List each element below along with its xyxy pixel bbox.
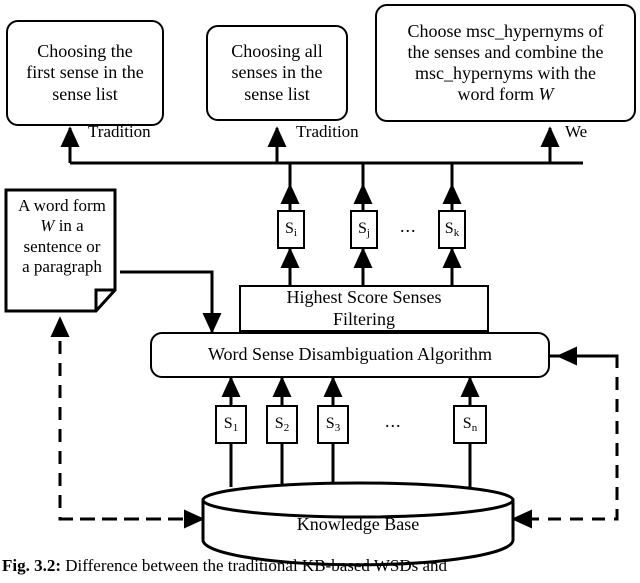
sense-sn-letter: S xyxy=(462,414,472,432)
sense-s3-letter: S xyxy=(325,414,335,432)
all-senses-line-3: sense list xyxy=(244,83,310,104)
figure-caption-label: Fig. 3.2: xyxy=(2,556,62,575)
edge-label-tradition-middle: Tradition xyxy=(296,122,359,141)
sense-sk-letter: S xyxy=(444,219,454,237)
sense-box-si: Si xyxy=(277,210,305,249)
word-form-line-3: sentence or xyxy=(23,236,101,256)
first-sense-line-3: sense list xyxy=(52,83,118,104)
figure-canvas: Choosing the first sense in the sense li… xyxy=(0,0,640,583)
highest-score-filter-box: Highest Score Senses Filtering xyxy=(239,285,489,332)
filtered-senses-ellipsis: ... xyxy=(400,216,417,236)
all-senses-line-2: senses in the xyxy=(231,62,323,83)
sense-box-s3: S3 xyxy=(317,405,349,444)
sense-s2-subscript: 2 xyxy=(283,421,290,434)
figure-caption: Fig. 3.2: Difference between the traditi… xyxy=(0,556,640,576)
sense-si-letter: S xyxy=(285,219,294,237)
sense-s1-letter: S xyxy=(223,414,233,432)
option-box-all-senses: Choosing all senses in the sense list xyxy=(206,25,348,121)
sense-box-sj: Sj xyxy=(350,210,378,249)
wsd-algorithm-box: Word Sense Disambiguation Algorithm xyxy=(150,332,550,378)
sense-sn-subscript: n xyxy=(471,421,478,434)
sense-s1-subscript: 1 xyxy=(232,421,239,434)
sense-sj-letter: S xyxy=(358,219,367,237)
option-box-msc-hypernyms: Choose msc_hypernyms of the senses and c… xyxy=(375,4,636,122)
msc-line-3: msc_hypernyms with the xyxy=(415,63,596,83)
word-form-line-1: A word form xyxy=(18,196,106,215)
figure-caption-text: Difference between the traditional KB-ba… xyxy=(65,556,448,575)
edge-label-we: We xyxy=(565,122,588,141)
msc-line-4: word form W xyxy=(457,84,554,105)
sense-s3-subscript: 3 xyxy=(334,421,341,434)
first-sense-line-2: first sense in the xyxy=(26,62,144,83)
filter-line-1: Highest Score Senses xyxy=(286,287,442,308)
wsd-algorithm-label: Word Sense Disambiguation Algorithm xyxy=(207,344,493,365)
msc-line-1: Choose msc_hypernyms of xyxy=(407,20,604,41)
sense-s2-letter: S xyxy=(274,414,284,432)
sense-sk-subscript: k xyxy=(453,226,460,239)
msc-line-2: the senses and combine the xyxy=(407,41,604,62)
input-senses-ellipsis: ... xyxy=(385,411,402,431)
sense-box-sn: Sn xyxy=(453,405,487,444)
all-senses-line-1: Choosing all xyxy=(231,41,323,62)
word-form-line-4: a paragraph xyxy=(22,257,102,277)
sense-si-subscript: i xyxy=(293,226,297,239)
sense-sj-subscript: j xyxy=(366,226,370,239)
word-form-line-2: W in a xyxy=(40,216,84,236)
sense-box-s1: S1 xyxy=(215,405,247,444)
sense-box-sk: Sk xyxy=(438,210,466,249)
word-form-note-text: A word form W in a sentence or a paragra… xyxy=(8,196,116,278)
first-sense-line-1: Choosing the xyxy=(37,41,133,62)
option-box-first-sense: Choosing the first sense in the sense li… xyxy=(6,20,164,126)
filter-line-2: Filtering xyxy=(332,308,395,329)
knowledge-base-label: Knowledge Base xyxy=(296,514,420,534)
edge-label-tradition-left: Tradition xyxy=(88,122,151,141)
sense-box-s2: S2 xyxy=(266,405,298,444)
